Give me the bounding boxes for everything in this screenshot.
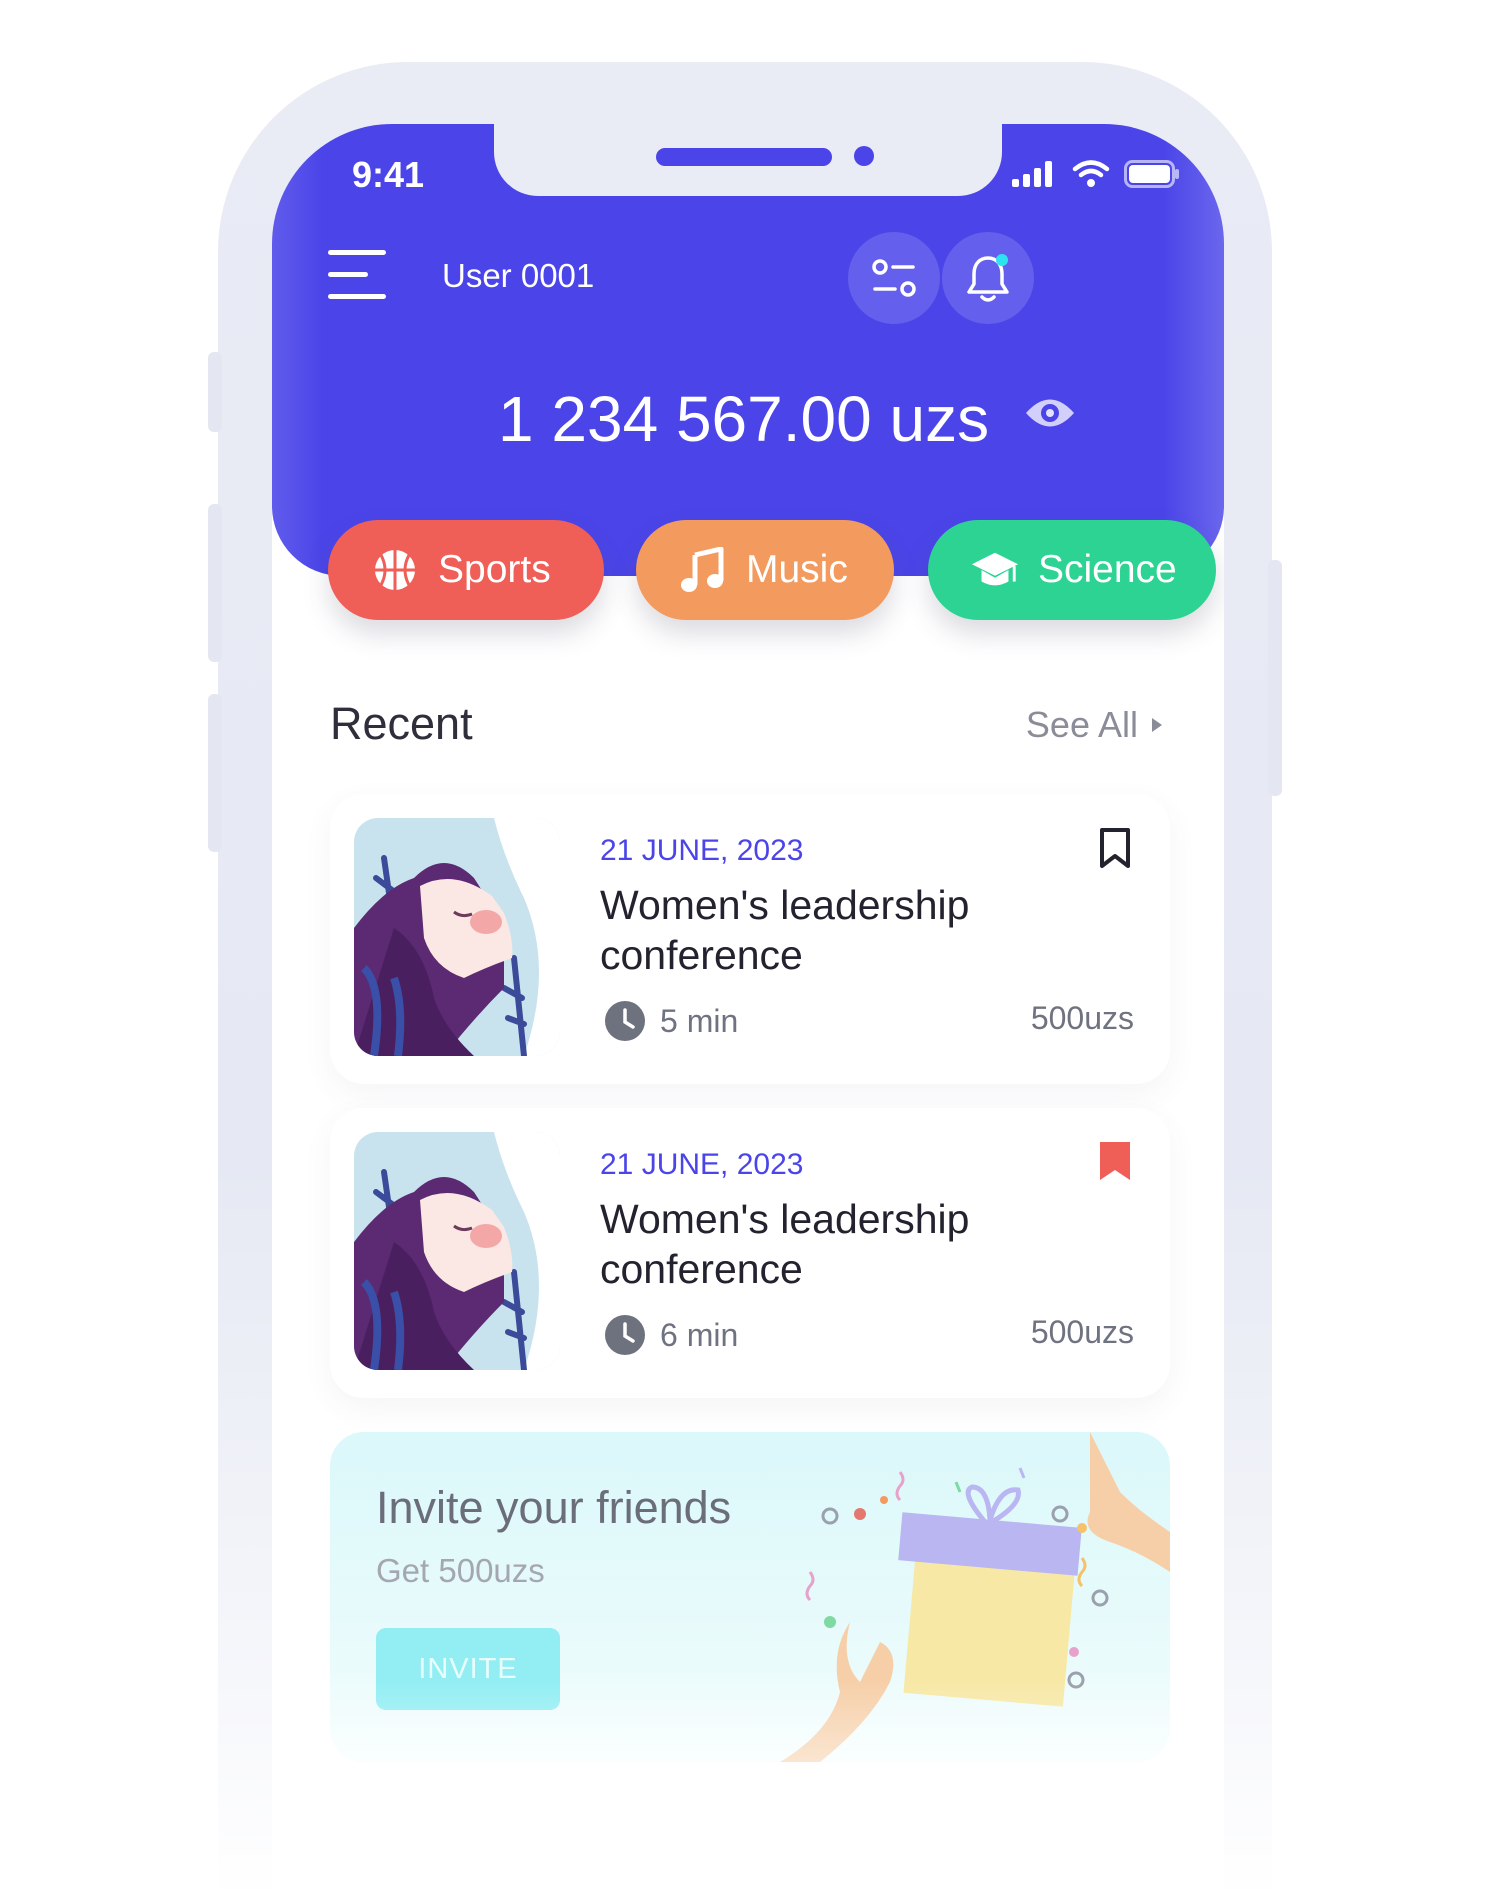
eye-icon[interactable] [1024,392,1076,434]
category-science[interactable]: Science [928,520,1216,620]
filter-button[interactable] [848,232,940,324]
card-date: 21 JUNE, 2023 [600,1148,804,1181]
card-duration: 6 min [604,1314,738,1356]
duration-text: 6 min [660,1316,739,1353]
status-icons [1012,160,1180,188]
app-mockup: 9:41 User 0001 1 234 567.00 uzs Sports M… [0,0,1500,1900]
card-duration: 5 min [604,1000,738,1042]
recent-title: Recent [330,698,473,749]
balance-amount: 1 234 567.00 uzs [498,383,990,455]
status-time: 9:41 [352,154,425,195]
category-label: Sports [438,548,551,591]
bell-icon [967,254,1009,302]
bookmark-outline-icon[interactable] [1096,826,1134,870]
invite-title: Invite your friends [376,1482,732,1533]
duration-text: 5 min [660,1002,739,1039]
chevron-right-icon [1152,718,1162,732]
sliders-icon [872,259,916,297]
user-name: User 0001 [442,257,595,294]
card-thumbnail [354,818,560,1056]
graduation-cap-icon [970,545,1020,595]
bookmark-filled-icon[interactable] [1096,1140,1134,1184]
phone-volume-up [208,504,222,662]
recent-card[interactable]: 21 JUNE, 2023 Women's leadership confere… [330,794,1170,1084]
phone-power-button [1268,560,1282,796]
category-sports[interactable]: Sports [328,520,604,620]
notifications-button[interactable] [942,232,1034,324]
see-all-link[interactable]: See All [1026,704,1164,746]
category-label: Science [1038,548,1177,591]
camera [854,146,874,166]
signal-icon [1012,161,1052,187]
wifi-icon [1072,160,1110,187]
card-date: 21 JUNE, 2023 [600,834,804,867]
invite-subtitle: Get 500uzs [376,1552,545,1589]
category-music[interactable]: Music [636,520,894,620]
bottom-fade [272,1680,1224,1900]
clock-icon [605,1315,645,1355]
app-screen: 9:41 User 0001 1 234 567.00 uzs Sports M… [272,124,1224,1900]
basketball-icon [370,545,420,595]
card-price: 500uzs [1030,1000,1134,1036]
music-note-icon [678,545,728,595]
card-price: 500uzs [1030,1314,1134,1350]
battery-icon [1124,160,1179,188]
phone-side-button [208,352,222,432]
card-title: Women's leadership conference [600,1196,970,1292]
clock-icon [605,1001,645,1041]
see-all-label: See All [1025,704,1138,745]
phone-volume-down [208,694,222,852]
card-thumbnail [354,1132,560,1370]
speaker [656,148,832,166]
category-label: Music [746,548,848,591]
menu-icon[interactable] [328,250,390,300]
recent-card[interactable]: 21 JUNE, 2023 Women's leadership confere… [330,1108,1170,1398]
card-title: Women's leadership conference [600,882,970,978]
